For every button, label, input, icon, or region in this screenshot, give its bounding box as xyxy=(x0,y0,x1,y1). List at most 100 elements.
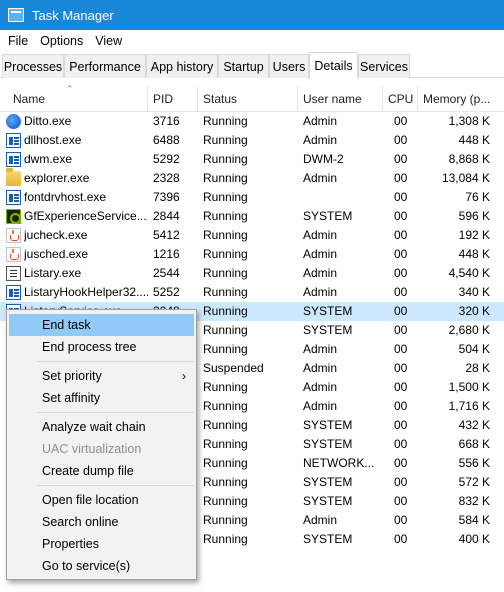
process-cpu: 00 xyxy=(394,342,408,356)
menu-item-open-file-location[interactable]: Open file location xyxy=(9,489,194,511)
process-user: SYSTEM xyxy=(303,494,353,508)
process-status: Running xyxy=(203,494,248,508)
process-user: Admin xyxy=(303,266,338,280)
column-divider[interactable] xyxy=(417,86,418,112)
menu-item-create-dump-file[interactable]: Create dump file xyxy=(9,460,194,482)
process-status: Running xyxy=(203,513,248,527)
chevron-right-icon: › xyxy=(182,369,186,383)
table-row[interactable]: jusched.exe 1216 Running Admin 00 448 K xyxy=(0,245,504,264)
column-memory-p[interactable]: Memory (p... xyxy=(418,86,490,112)
table-row[interactable]: ListaryHookHelper32.... 5252 Running Admin 0… xyxy=(0,283,504,302)
process-user: Admin xyxy=(303,399,338,413)
process-status: Running xyxy=(203,532,248,546)
process-name: Listary.exe xyxy=(24,266,82,280)
table-row[interactable]: Ditto.exe 3716 Running Admin 00 1,308 K xyxy=(0,112,504,131)
process-memory: 668 K xyxy=(458,437,490,451)
process-status: Suspended xyxy=(203,361,264,375)
menu-item-analyze-wait-chain[interactable]: Analyze wait chain xyxy=(9,416,194,438)
menu-item-set-priority[interactable]: Set priority › xyxy=(9,365,194,387)
menu-view[interactable]: View xyxy=(89,34,128,48)
process-name: fontdrvhost.exe xyxy=(24,190,107,204)
process-cpu: 00 xyxy=(394,133,408,147)
process-pid: 6488 xyxy=(153,133,180,147)
process-memory: 596 K xyxy=(458,209,490,223)
process-user: Admin xyxy=(303,361,338,375)
table-row[interactable]: GfExperienceService.... 2844 Running SYSTEM… xyxy=(0,207,504,226)
column-divider[interactable] xyxy=(297,86,298,112)
process-pid: 5292 xyxy=(153,152,180,166)
process-name: Ditto.exe xyxy=(24,114,72,128)
menu-item-set-affinity[interactable]: Set affinity xyxy=(9,387,194,409)
process-cpu: 00 xyxy=(394,380,408,394)
process-memory: 448 K xyxy=(458,247,490,261)
menu-item-search-online[interactable]: Search online xyxy=(9,511,194,533)
ditto-icon xyxy=(6,114,21,129)
process-memory: 2,680 K xyxy=(448,323,490,337)
process-user: SYSTEM xyxy=(303,304,353,318)
tab-users[interactable]: Users xyxy=(269,54,309,78)
process-user: SYSTEM xyxy=(303,323,353,337)
column-divider[interactable] xyxy=(147,86,148,112)
process-user: SYSTEM xyxy=(303,418,353,432)
tab-startup[interactable]: Startup xyxy=(218,54,269,78)
process-user: SYSTEM xyxy=(303,475,353,489)
table-row[interactable]: jucheck.exe 5412 Running Admin 00 192 K xyxy=(0,226,504,245)
process-name: jusched.exe xyxy=(24,247,89,261)
tab-performance[interactable]: Performance xyxy=(64,54,146,78)
process-memory: 8,868 K xyxy=(448,152,490,166)
menu-item-properties[interactable]: Properties xyxy=(9,533,194,555)
column-divider[interactable] xyxy=(382,86,383,112)
folder-icon xyxy=(6,168,21,186)
process-memory: 4,540 K xyxy=(448,266,490,280)
column-status[interactable]: Status xyxy=(198,86,237,112)
process-memory: 556 K xyxy=(458,456,490,470)
context-menu: End task End process tree Set priority › Set… xyxy=(6,309,197,580)
process-user: DWM-2 xyxy=(303,152,344,166)
column-pid[interactable]: PID xyxy=(148,86,173,112)
process-memory: 572 K xyxy=(458,475,490,489)
process-cpu: 00 xyxy=(394,494,408,508)
process-cpu: 00 xyxy=(394,399,408,413)
menu-item-end-process-tree[interactable]: End process tree xyxy=(9,336,194,358)
process-memory: 1,500 K xyxy=(448,380,490,394)
process-name: dwm.exe xyxy=(24,152,73,166)
menu-item-go-to-services[interactable]: Go to service(s) xyxy=(9,555,194,577)
tab-details[interactable]: Details xyxy=(309,52,358,79)
menu-item-label: Search online xyxy=(42,515,119,529)
menu-file[interactable]: File xyxy=(2,34,34,48)
process-status: Running xyxy=(203,285,248,299)
menu-item-uac-virtualization: UAC virtualization xyxy=(9,438,194,460)
sort-ascending-icon: ⌃ xyxy=(66,84,74,94)
column-name[interactable]: Name xyxy=(8,86,45,112)
process-pid: 2844 xyxy=(153,209,180,223)
process-cpu: 00 xyxy=(394,190,408,204)
process-status: Running xyxy=(203,114,248,128)
table-row[interactable]: dwm.exe 5292 Running DWM-2 00 8,868 K xyxy=(0,150,504,169)
menu-separator xyxy=(37,485,194,486)
menu-item-end-task[interactable]: End task xyxy=(9,314,194,336)
process-cpu: 00 xyxy=(394,437,408,451)
process-status: Running xyxy=(203,380,248,394)
process-memory: 76 K xyxy=(465,190,490,204)
process-status: Running xyxy=(203,456,248,470)
process-pid: 7396 xyxy=(153,190,180,204)
table-row[interactable]: dllhost.exe 6488 Running Admin 00 448 K xyxy=(0,131,504,150)
process-pid: 3716 xyxy=(153,114,180,128)
tab-processes[interactable]: Processes xyxy=(2,54,64,78)
menu-options[interactable]: Options xyxy=(34,34,89,48)
process-user: NETWORK... xyxy=(303,456,375,470)
tab-services[interactable]: Services xyxy=(358,54,410,78)
win-icon xyxy=(6,133,21,148)
column-divider[interactable] xyxy=(197,86,198,112)
win-icon xyxy=(6,285,21,300)
column-user-name[interactable]: User name xyxy=(298,86,362,112)
table-row[interactable]: explorer.exe 2328 Running Admin 00 13,084 K xyxy=(0,168,504,188)
column-cpu[interactable]: CPU xyxy=(383,86,413,112)
process-cpu: 00 xyxy=(394,532,408,546)
process-pid: 1216 xyxy=(153,247,180,261)
table-row[interactable]: fontdrvhost.exe 7396 Running 00 76 K xyxy=(0,188,504,207)
process-user: Admin xyxy=(303,285,338,299)
tab-app-history[interactable]: App history xyxy=(146,54,218,78)
table-row[interactable]: Listary.exe 2544 Running Admin 00 4,540 K xyxy=(0,264,504,283)
title-bar: Task Manager xyxy=(0,0,504,30)
